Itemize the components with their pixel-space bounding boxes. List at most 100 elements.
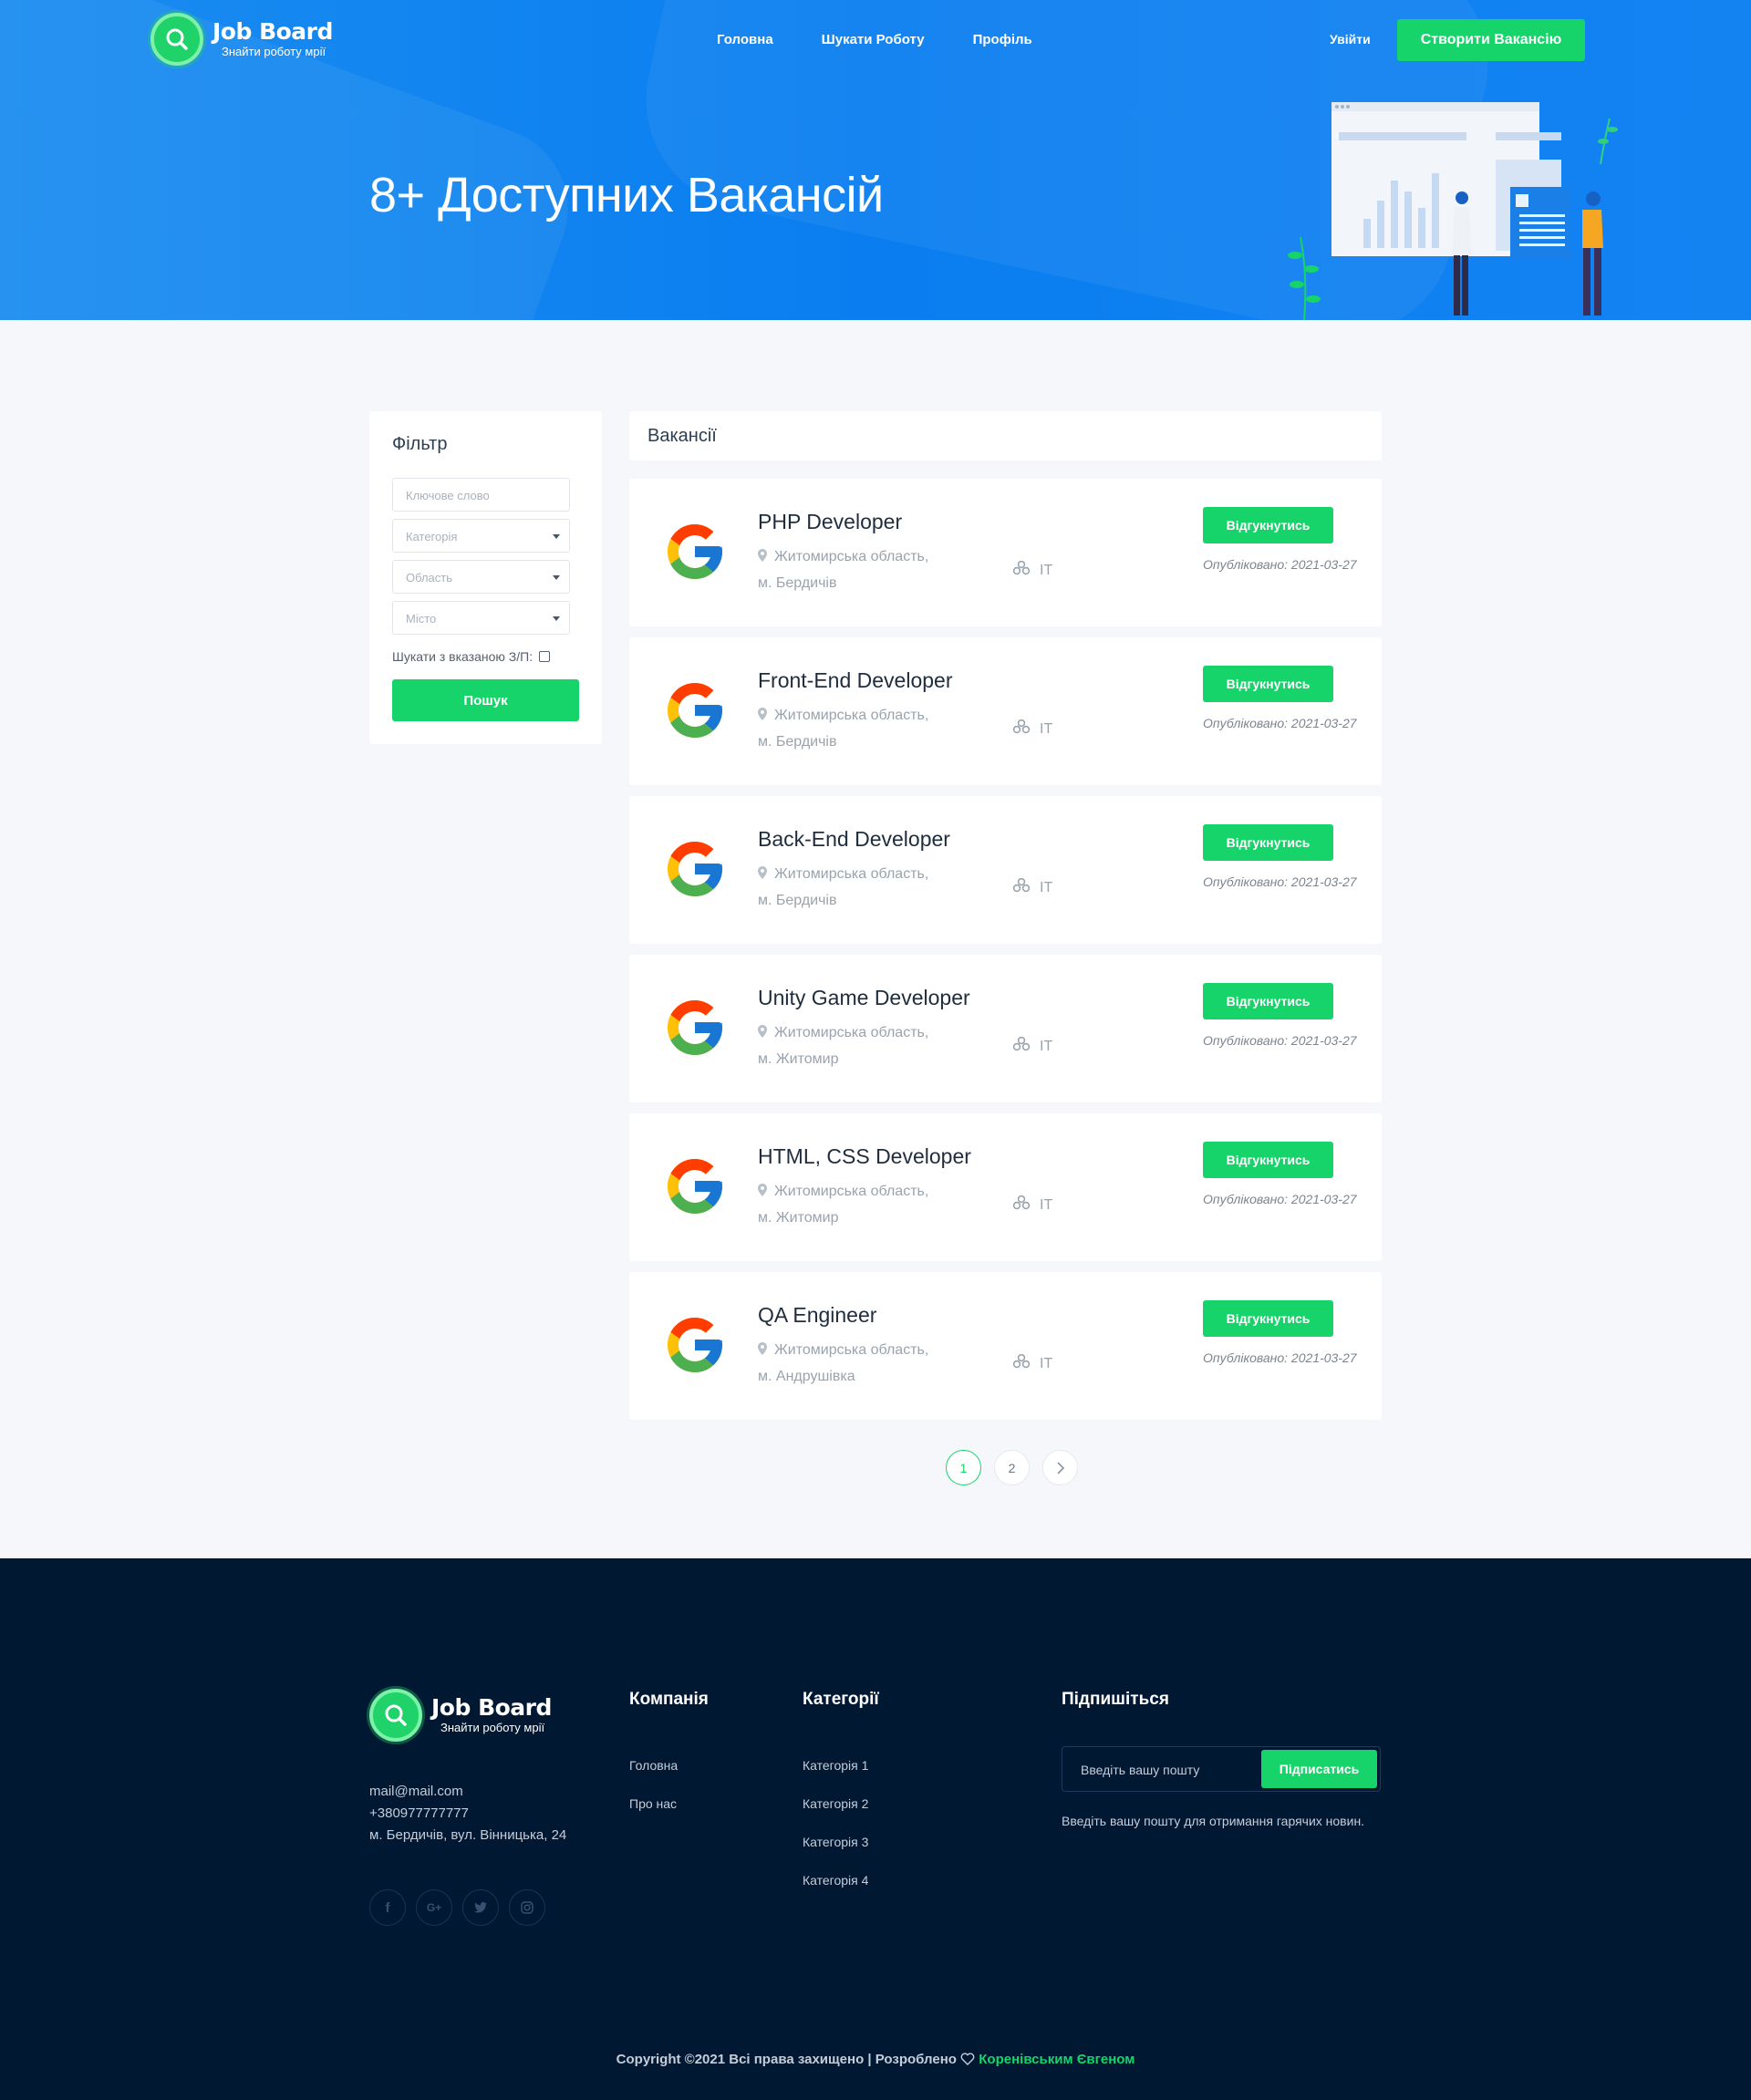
- keyword-input[interactable]: Ключове слово: [392, 478, 570, 512]
- job-category-label: IT: [1040, 720, 1053, 737]
- google-logo-icon: [662, 678, 728, 743]
- map-pin-icon: [758, 1339, 767, 1364]
- chevron-right-icon: [1056, 1461, 1064, 1474]
- region-select[interactable]: Область: [392, 560, 570, 594]
- heart-icon: [960, 2053, 975, 2065]
- hero-section: Job Board Знайти роботу мрії Головна Шук…: [0, 0, 1751, 320]
- footer: [0, 1558, 1751, 2100]
- category-icon: [1012, 1195, 1031, 1215]
- apply-button[interactable]: Відгукнутись: [1203, 983, 1333, 1019]
- apply-button[interactable]: Відгукнутись: [1203, 824, 1333, 861]
- job-card[interactable]: QA Engineer Житомирська область, м. Андруш…: [629, 1272, 1382, 1420]
- page-1-button[interactable]: 1: [946, 1450, 981, 1485]
- job-title[interactable]: Front-End Developer: [758, 668, 953, 693]
- map-pin-icon: [758, 863, 767, 888]
- google-plus-icon[interactable]: G+: [416, 1889, 452, 1926]
- job-title[interactable]: QA Engineer: [758, 1303, 876, 1328]
- nav-item-profile[interactable]: Профіль: [973, 32, 1032, 47]
- footer-link-home[interactable]: Головна: [629, 1758, 678, 1773]
- footer-link-category-3[interactable]: Категорія 3: [803, 1835, 868, 1849]
- footer-phone[interactable]: +380977777777: [369, 1803, 566, 1825]
- job-city: м. Житомир: [758, 1210, 839, 1226]
- job-region: Житомирська область,: [774, 866, 929, 882]
- apply-button[interactable]: Відгукнутись: [1203, 1300, 1333, 1337]
- footer-logo-title: Job Board: [431, 1694, 552, 1721]
- job-city: м. Андрушівка: [758, 1369, 855, 1384]
- posted-date: Опубліковано: 2021-03-27: [1203, 1350, 1357, 1365]
- google-logo-icon: [662, 836, 728, 902]
- job-region: Житомирська область,: [774, 1342, 929, 1358]
- search-icon: [150, 13, 203, 66]
- twitter-icon[interactable]: [462, 1889, 499, 1926]
- nav-item-home[interactable]: Головна: [717, 32, 773, 47]
- job-card[interactable]: Back-End Developer Житомирська область, м.…: [629, 796, 1382, 944]
- footer-link-about[interactable]: Про нас: [629, 1796, 677, 1811]
- instagram-icon[interactable]: [509, 1889, 545, 1926]
- salary-filter: Шукати з вказаною З/П:: [392, 649, 551, 664]
- job-region: Житомирська область,: [774, 1184, 929, 1199]
- chevron-down-icon: [553, 616, 560, 621]
- nav-item-find-job[interactable]: Шукати Роботу: [822, 32, 925, 47]
- map-pin-icon: [758, 1021, 767, 1047]
- job-category-label: IT: [1040, 1196, 1053, 1213]
- job-category: IT: [1012, 1353, 1052, 1373]
- search-button[interactable]: Пошук: [392, 679, 579, 721]
- subscribe-form: Введіть вашу пошту Підписатись: [1062, 1746, 1381, 1792]
- login-link[interactable]: Увійти: [1330, 32, 1371, 47]
- job-title[interactable]: HTML, CSS Developer: [758, 1144, 971, 1169]
- jobs-header: Вакансії: [629, 411, 1382, 460]
- job-category: IT: [1012, 719, 1052, 739]
- city-select[interactable]: Місто: [392, 601, 570, 635]
- map-pin-icon: [758, 545, 767, 571]
- job-title[interactable]: Unity Game Developer: [758, 986, 970, 1010]
- job-city: м. Бердичів: [758, 575, 837, 591]
- google-logo-icon: [662, 1153, 728, 1219]
- subscribe-email-input[interactable]: Введіть вашу пошту: [1081, 1763, 1199, 1777]
- job-card[interactable]: Front-End Developer Житомирська область, м…: [629, 637, 1382, 785]
- job-category: IT: [1012, 1036, 1052, 1056]
- job-city: м. Житомир: [758, 1051, 839, 1067]
- footer-logo-tagline: Знайти роботу мрії: [440, 1721, 545, 1734]
- job-location: Житомирська область, м. Житомир: [758, 1020, 977, 1072]
- logo-title: Job Board: [212, 18, 333, 45]
- job-card[interactable]: Unity Game Developer Житомирська область,…: [629, 955, 1382, 1102]
- footer-contacts: mail@mail.com +380977777777 м. Бердичів,…: [369, 1781, 566, 1847]
- posted-date: Опубліковано: 2021-03-27: [1203, 1033, 1357, 1048]
- google-logo-icon: [662, 1312, 728, 1378]
- hero-illustration: [1288, 102, 1618, 320]
- logo-tagline: Знайти роботу мрії: [222, 45, 326, 58]
- create-vacancy-button[interactable]: Створити Вакансію: [1397, 19, 1585, 61]
- job-card[interactable]: HTML, CSS Developer Житомирська область, м…: [629, 1113, 1382, 1261]
- category-select[interactable]: Категорія: [392, 519, 570, 553]
- category-select-label: Категорія: [406, 530, 458, 543]
- job-title[interactable]: PHP Developer: [758, 510, 902, 534]
- footer-email[interactable]: mail@mail.com: [369, 1781, 566, 1803]
- job-region: Житомирська область,: [774, 1025, 929, 1040]
- subscribe-note: Введіть вашу пошту для отримання гарячих…: [1062, 1814, 1365, 1828]
- facebook-icon[interactable]: f: [369, 1889, 406, 1926]
- job-card[interactable]: PHP Developer Житомирська область, м. Берд…: [629, 479, 1382, 626]
- city-select-label: Місто: [406, 612, 437, 626]
- author-link[interactable]: Коренівським Євгеном: [979, 2052, 1135, 2067]
- subscribe-button[interactable]: Підписатись: [1261, 1750, 1377, 1788]
- footer-link-category-4[interactable]: Категорія 4: [803, 1873, 868, 1888]
- footer-link-category-2[interactable]: Категорія 2: [803, 1796, 868, 1811]
- category-icon: [1012, 877, 1031, 897]
- apply-button[interactable]: Відгукнутись: [1203, 507, 1333, 543]
- next-page-button[interactable]: [1042, 1450, 1078, 1485]
- site-logo[interactable]: Job Board Знайти роботу мрії: [150, 13, 333, 66]
- apply-button[interactable]: Відгукнутись: [1203, 1142, 1333, 1178]
- job-title[interactable]: Back-End Developer: [758, 827, 950, 852]
- footer-link-category-1[interactable]: Категорія 1: [803, 1758, 868, 1773]
- map-pin-icon: [758, 1180, 767, 1205]
- filter-panel: Фільтр Ключове слово Категорія Область М…: [369, 411, 602, 744]
- region-select-label: Область: [406, 571, 453, 584]
- footer-address: м. Бердичів, вул. Вінницька, 24: [369, 1827, 567, 1843]
- salary-checkbox[interactable]: [539, 651, 551, 662]
- footer-subscribe-title: Підпишіться: [1062, 1690, 1169, 1709]
- page-2-button[interactable]: 2: [994, 1450, 1030, 1485]
- apply-button[interactable]: Відгукнутись: [1203, 666, 1333, 702]
- footer-logo[interactable]: Job Board Знайти роботу мрії: [369, 1689, 552, 1742]
- job-category-label: IT: [1040, 562, 1053, 578]
- social-links: f G+: [369, 1889, 545, 1926]
